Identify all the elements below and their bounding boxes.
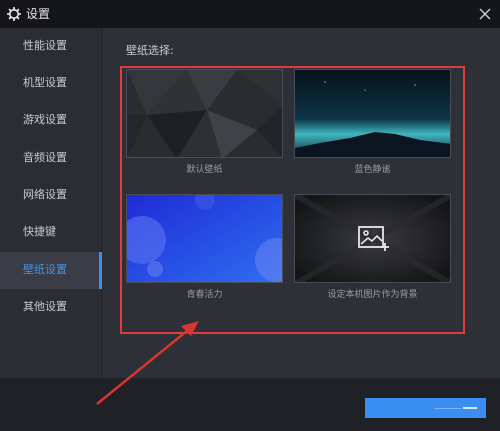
wallpaper-thumbnail xyxy=(294,69,451,158)
sidebar-item-label: 游戏设置 xyxy=(23,113,67,126)
add-image-icon xyxy=(358,226,389,251)
sidebar-item-performance[interactable]: 性能设置 xyxy=(0,28,102,65)
confirm-button[interactable] xyxy=(365,398,486,418)
sidebar-item-label: 性能设置 xyxy=(23,39,67,52)
close-icon[interactable] xyxy=(475,4,495,24)
annotation-arrow-icon xyxy=(96,321,199,405)
settings-window: 设置 性能设置 机型设置 游戏设置 音频设置 网络设置 快捷键 壁纸设置 其他设… xyxy=(0,0,500,431)
sidebar-item-device-model[interactable]: 机型设置 xyxy=(0,65,102,102)
wallpaper-thumbnail xyxy=(126,194,283,283)
gear-icon xyxy=(7,7,21,21)
sidebar-item-other[interactable]: 其他设置 xyxy=(0,289,102,326)
button-decoration xyxy=(463,407,477,409)
sidebar-item-audio[interactable]: 音频设置 xyxy=(0,140,102,177)
title-bar[interactable]: 设置 xyxy=(0,0,500,28)
sidebar-item-label: 壁纸设置 xyxy=(23,263,67,276)
section-label: 壁纸选择: xyxy=(126,44,174,57)
wallpaper-thumbnail xyxy=(126,69,283,158)
sidebar-item-game[interactable]: 游戏设置 xyxy=(0,102,102,139)
button-decoration xyxy=(435,408,461,409)
sidebar-item-label: 音频设置 xyxy=(23,151,67,164)
sidebar-item-label: 快捷键 xyxy=(23,225,56,238)
settings-sidebar: 性能设置 机型设置 游戏设置 音频设置 网络设置 快捷键 壁纸设置 其他设置 xyxy=(0,28,102,378)
sidebar-item-label: 网络设置 xyxy=(23,188,67,201)
wallpaper-caption: 蓝色静谧 xyxy=(354,165,391,175)
dialog-footer xyxy=(0,378,500,431)
sidebar-item-network[interactable]: 网络设置 xyxy=(0,177,102,214)
wallpaper-caption: 设定本机图片作为背景 xyxy=(327,290,418,300)
wallpaper-caption: 青春活力 xyxy=(186,290,223,300)
sidebar-item-label: 其他设置 xyxy=(23,300,67,313)
sidebar-item-label: 机型设置 xyxy=(23,76,67,89)
window-title: 设置 xyxy=(26,7,51,21)
wallpaper-caption: 默认壁纸 xyxy=(186,165,223,175)
sidebar-item-shortcuts[interactable]: 快捷键 xyxy=(0,214,102,251)
sidebar-item-wallpaper[interactable]: 壁纸设置 xyxy=(0,252,102,289)
